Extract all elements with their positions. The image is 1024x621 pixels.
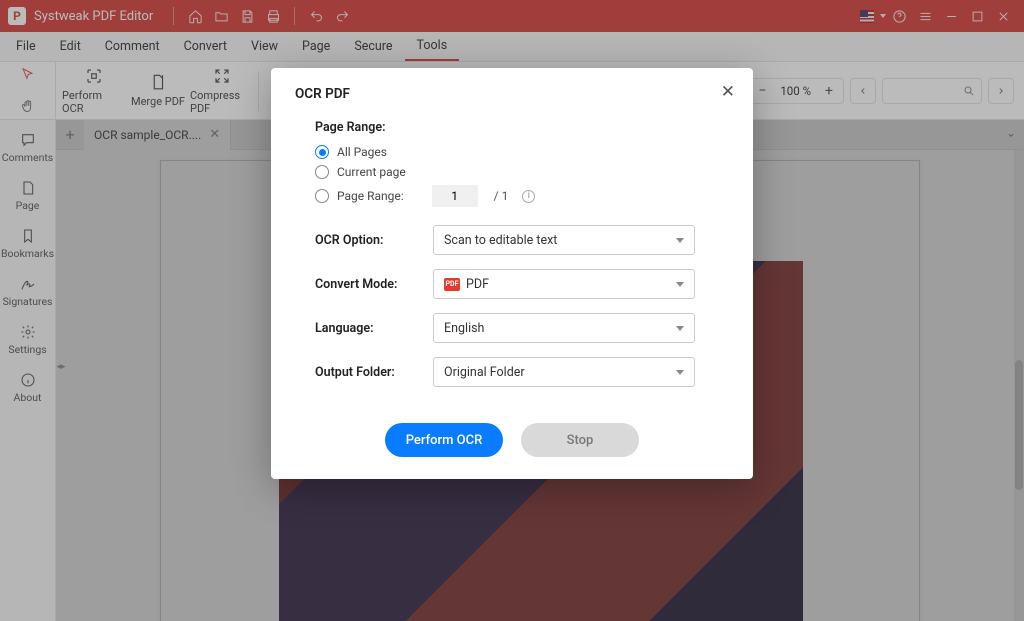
output-folder-select[interactable]: Original Folder bbox=[433, 357, 695, 387]
radio-page-range-label: Page Range: bbox=[337, 189, 404, 203]
perform-ocr-button[interactable]: Perform OCR bbox=[385, 423, 503, 457]
info-icon[interactable]: i bbox=[522, 190, 535, 203]
convert-mode-select[interactable]: PDF PDF bbox=[433, 269, 695, 299]
modal-backdrop: ✕ OCR PDF Page Range: All Pages Current … bbox=[0, 0, 1024, 621]
ocr-dialog: ✕ OCR PDF Page Range: All Pages Current … bbox=[271, 68, 753, 479]
ocr-option-select[interactable]: Scan to editable text bbox=[433, 225, 695, 255]
language-label: Language: bbox=[315, 321, 433, 336]
page-range-input[interactable] bbox=[432, 185, 478, 207]
page-range-heading: Page Range: bbox=[315, 120, 729, 135]
convert-mode-label: Convert Mode: bbox=[315, 277, 433, 292]
dialog-close-icon[interactable]: ✕ bbox=[715, 78, 741, 106]
pdf-badge-icon: PDF bbox=[444, 278, 460, 291]
radio-current-page-label: Current page bbox=[337, 165, 406, 179]
radio-page-range[interactable] bbox=[315, 189, 329, 203]
page-range-total: / 1 bbox=[494, 189, 509, 203]
radio-all-pages[interactable] bbox=[315, 145, 329, 159]
radio-all-pages-label: All Pages bbox=[337, 145, 387, 159]
ocr-option-label: OCR Option: bbox=[315, 233, 433, 248]
stop-button[interactable]: Stop bbox=[521, 423, 639, 457]
radio-current-page[interactable] bbox=[315, 165, 329, 179]
language-select[interactable]: English bbox=[433, 313, 695, 343]
dialog-title: OCR PDF bbox=[295, 86, 729, 102]
output-folder-label: Output Folder: bbox=[315, 365, 433, 380]
